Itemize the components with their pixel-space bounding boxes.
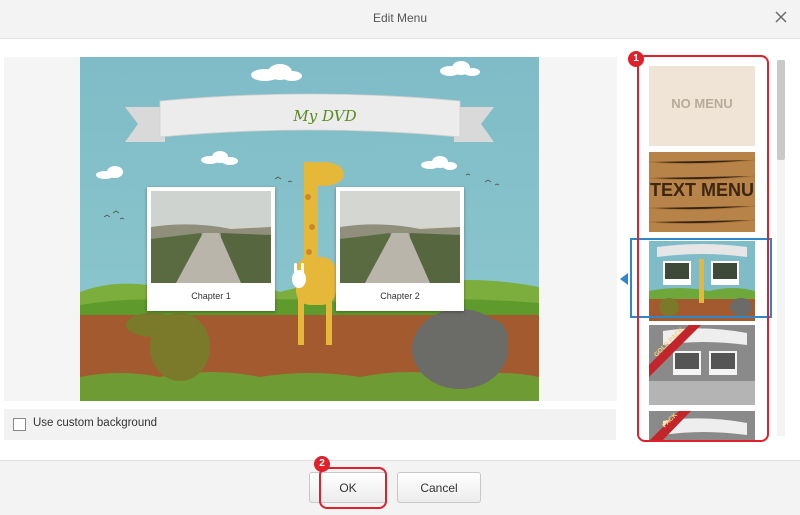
custom-background-label[interactable]: Use custom background <box>33 417 157 429</box>
template-animals-thumbnail <box>649 241 755 321</box>
window-title: Edit Menu <box>372 11 428 25</box>
title-bar: Edit Menu <box>0 0 800 39</box>
selected-template-arrow-icon <box>620 273 628 285</box>
chapter-2-image <box>340 191 460 283</box>
template-scrollbar-thumb[interactable] <box>777 60 785 160</box>
menu-template-list[interactable]: NO MENU TEXT MENU GOLD PACK PACK <box>632 56 777 442</box>
chapter-2-thumbnail[interactable]: Chapter 2 <box>336 187 464 311</box>
menu-preview: My DVD Chapter 1 Chapter 2 <box>80 57 539 401</box>
template-no-menu-label: NO MENU <box>671 96 733 111</box>
template-text-menu-label: TEXT MENU <box>649 180 754 200</box>
template-text-menu[interactable]: TEXT MENU <box>649 152 755 232</box>
ok-button[interactable]: OK <box>309 472 387 503</box>
custom-background-option: Use custom background <box>4 409 616 440</box>
chapter-1-image <box>151 191 271 283</box>
menu-title: My DVD <box>293 107 357 125</box>
dialog-footer: OK Cancel <box>0 460 800 515</box>
template-no-menu[interactable]: NO MENU <box>649 66 755 146</box>
template-gold-pack-thumbnail <box>649 325 755 405</box>
custom-background-checkbox[interactable] <box>13 418 26 431</box>
template-animals-selected[interactable] <box>649 241 755 321</box>
chapter-1-label: Chapter 1 <box>191 291 231 301</box>
chapter-2-label: Chapter 2 <box>380 291 420 301</box>
template-pack[interactable]: PACK <box>649 411 755 442</box>
annotation-badge-2: 2 <box>314 456 330 472</box>
annotation-badge-1: 1 <box>628 51 644 67</box>
cancel-button[interactable]: Cancel <box>397 472 481 503</box>
close-icon[interactable] <box>772 8 790 26</box>
template-gold-pack[interactable]: GOLD PACK <box>649 325 755 405</box>
chapter-1-thumbnail[interactable]: Chapter 1 <box>147 187 275 311</box>
